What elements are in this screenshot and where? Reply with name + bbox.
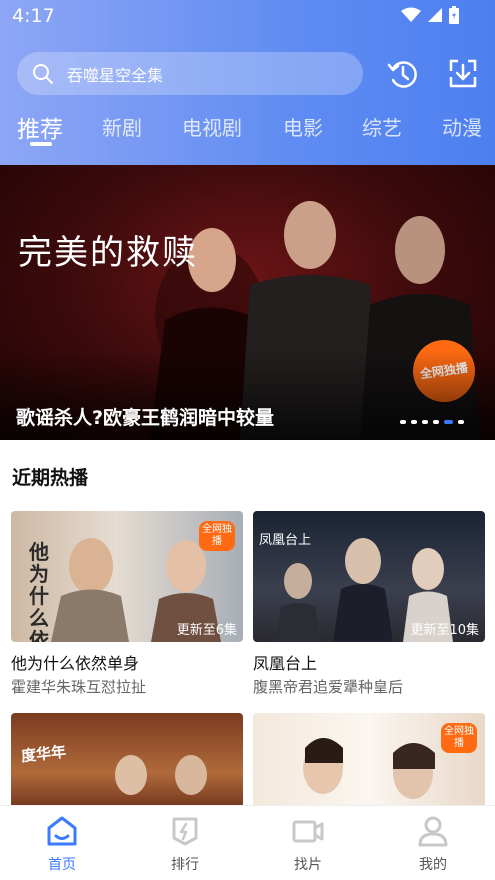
nav-profile-label: 我的 <box>419 857 447 873</box>
featured-banner[interactable]: 完美的救赎 全网独播 歌谣杀人?欧豪王鹤润暗中较量 <box>0 165 495 440</box>
video-camera-icon <box>292 820 324 843</box>
search-bar[interactable]: 吞噬星空全集 <box>17 52 363 95</box>
nav-find-shows[interactable]: 找片 <box>273 814 343 874</box>
show-title: 他为什么依然单身 <box>11 654 140 673</box>
show-card[interactable]: 凤凰台上 更新至10集 凤凰台上 腹黑帝君追爱犟种皇后 <box>253 511 485 696</box>
history-icon[interactable] <box>386 57 420 91</box>
update-status: 更新至10集 <box>410 623 479 638</box>
show-thumbnail: 度华年 <box>11 713 243 813</box>
poster-title: 凤凰台上 <box>259 533 312 548</box>
carousel-dot[interactable] <box>422 420 428 424</box>
active-tab-indicator <box>30 142 52 146</box>
tab-recommend[interactable]: 推荐 <box>17 110 63 144</box>
carousel-dot[interactable] <box>433 420 439 424</box>
banner-caption: 歌谣杀人?欧豪王鹤润暗中较量 <box>16 407 275 429</box>
signal-icon <box>428 8 442 22</box>
bottom-navigation: 首页 排行 找片 我的 <box>0 805 495 880</box>
home-icon <box>47 816 77 846</box>
category-tabs: 推荐 新剧 电视剧 电影 综艺 动漫 <box>0 110 495 156</box>
show-subtitle: 腹黑帝君追爱犟种皇后 <box>253 678 404 696</box>
battery-icon <box>449 6 459 24</box>
banner-show-title: 完美的救赎 <box>18 233 198 273</box>
show-card[interactable]: 度华年 <box>11 713 243 813</box>
carousel-dot-active[interactable] <box>444 420 453 424</box>
show-thumbnail: 他为什么依然单身 全网独播 更新至6集 <box>11 511 243 642</box>
wifi-icon <box>401 7 421 22</box>
search-icon <box>33 63 53 84</box>
carousel-dots <box>400 420 464 424</box>
exclusive-tag: 全网独播 <box>441 723 477 753</box>
show-card[interactable]: 他为什么依然单身 全网独播 更新至6集 他为什么依然单身 霍建华朱珠互怼拉扯 <box>11 511 243 696</box>
section-title: 近期热播 <box>12 467 89 489</box>
show-title: 凤凰台上 <box>253 654 318 673</box>
tab-variety[interactable]: 综艺 <box>362 112 402 141</box>
show-card[interactable]: 全网独播 <box>253 713 485 813</box>
nav-home[interactable]: 首页 <box>27 814 97 874</box>
search-placeholder: 吞噬星空全集 <box>67 65 164 85</box>
nav-find-shows-label: 找片 <box>294 857 322 873</box>
update-status: 更新至6集 <box>176 623 237 638</box>
carousel-dot[interactable] <box>400 420 406 424</box>
carousel-dot[interactable] <box>458 420 464 424</box>
tab-new-series[interactable]: 新剧 <box>102 112 142 141</box>
user-icon <box>418 816 448 847</box>
exclusive-tag: 全网独播 <box>199 521 235 551</box>
ranking-icon <box>172 817 198 846</box>
nav-profile[interactable]: 我的 <box>398 814 468 874</box>
poster-title: 他为什么依然单身 <box>29 540 49 642</box>
download-icon[interactable] <box>446 57 480 91</box>
tab-movies[interactable]: 电影 <box>283 112 323 141</box>
show-thumbnail: 凤凰台上 更新至10集 <box>253 511 485 642</box>
tab-anime[interactable]: 动漫 <box>442 112 482 141</box>
show-subtitle: 霍建华朱珠互怼拉扯 <box>11 678 147 696</box>
status-icons <box>401 6 459 24</box>
show-thumbnail: 全网独播 <box>253 713 485 813</box>
carousel-dot[interactable] <box>411 420 417 424</box>
status-time: 4:17 <box>12 5 55 27</box>
nav-home-label: 首页 <box>48 857 76 873</box>
nav-ranking[interactable]: 排行 <box>150 814 220 874</box>
tab-tv-series[interactable]: 电视剧 <box>182 112 242 141</box>
nav-ranking-label: 排行 <box>171 857 199 873</box>
status-bar: 4:17 <box>0 0 495 32</box>
